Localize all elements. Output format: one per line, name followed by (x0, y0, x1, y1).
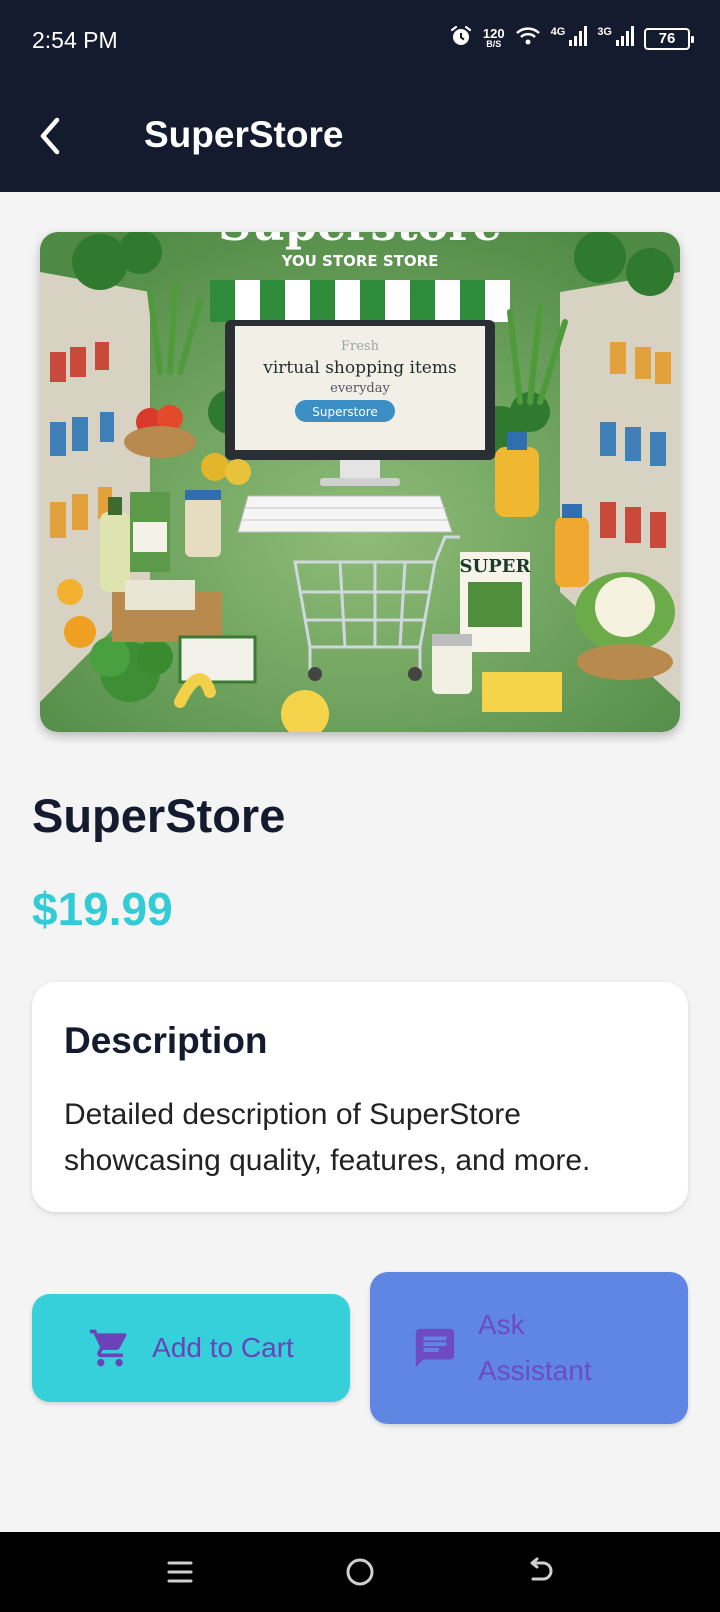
banner-subtext: YOU STORE STORE (281, 252, 439, 270)
signal1-label: 4G (550, 26, 566, 38)
home-circle-icon (346, 1558, 374, 1586)
description-text: Detailed description of SuperStore showc… (64, 1098, 591, 1177)
app-bar: SuperStore (0, 80, 720, 192)
ask-assistant-button[interactable]: Ask Assistant (370, 1272, 688, 1424)
wifi-icon (515, 25, 541, 52)
signal2-label: 3G (597, 26, 612, 38)
page-title: SuperStore (144, 114, 344, 155)
net-speed: 120 B/S (483, 27, 505, 50)
alarm-icon (449, 24, 473, 53)
chat-icon (415, 1328, 455, 1368)
cart-icon (90, 1329, 127, 1367)
screen-line2: virtual shopping items (262, 358, 456, 378)
banner-text: Superstore (218, 232, 502, 251)
chevron-left-icon (40, 117, 60, 155)
status-icons: 120 B/S 4G 3G 76 (449, 24, 694, 53)
signal-icon (616, 26, 634, 51)
system-nav-bar (0, 1532, 720, 1612)
product-name: SuperStore (32, 789, 286, 842)
back-arrow-icon (530, 1557, 553, 1581)
back-button[interactable] (24, 110, 76, 162)
add-to-cart-button[interactable]: Add to Cart (32, 1294, 350, 1402)
description-heading: Description (64, 1020, 268, 1061)
home-button[interactable] (340, 1552, 380, 1592)
signal-icon (569, 26, 588, 51)
back-nav-button[interactable] (520, 1552, 560, 1592)
product-image: Superstore YOU STORE STORE Fresh virtual… (40, 232, 680, 732)
menu-icon (167, 1561, 193, 1583)
status-bar: 2:54 PM 120 B/S 4G 3G 76 (0, 0, 720, 80)
battery-level: 76 (658, 29, 676, 47)
screen-line3: everyday (330, 381, 390, 396)
product-price: $19.99 (32, 883, 173, 935)
ask-assistant-label: Ask Assistant (478, 1309, 592, 1386)
recents-button[interactable] (160, 1552, 200, 1592)
status-time: 2:54 PM (32, 27, 118, 53)
add-to-cart-label: Add to Cart (152, 1332, 294, 1363)
screen-line1: Fresh (341, 339, 380, 354)
description-card: Description Detailed description of Supe… (32, 982, 688, 1212)
battery-icon: 76 (644, 27, 694, 50)
screen-button: Superstore (312, 405, 378, 419)
bag-label: SUPER (460, 556, 532, 577)
